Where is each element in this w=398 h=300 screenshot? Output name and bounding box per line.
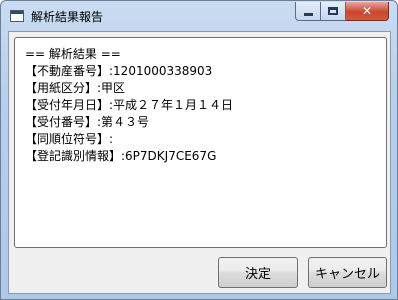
minimize-button[interactable] (295, 2, 321, 21)
maximize-button[interactable] (321, 2, 346, 21)
result-line: 【受付番号】:第４３号 (25, 115, 150, 129)
cancel-button[interactable]: キャンセル (308, 257, 387, 288)
close-icon: ✕ (361, 4, 373, 18)
result-line: 【不動産番号】:1201000338903 (25, 64, 213, 78)
window-app-icon (10, 10, 24, 22)
dialog-client-area: == 解析結果 == 【不動産番号】:1201000338903 【用紙区分】:… (8, 31, 391, 294)
close-button[interactable]: ✕ (346, 2, 389, 21)
result-line: 【用紙区分】:甲区 (25, 81, 126, 95)
result-line: == 解析結果 == (25, 47, 121, 61)
result-textbox[interactable]: == 解析結果 == 【不動産番号】:1201000338903 【用紙区分】:… (14, 37, 387, 248)
result-line: 【登記識別情報】:6P7DKJ7CE67G (25, 149, 217, 163)
title-bar[interactable]: 解析結果報告 ✕ (1, 1, 397, 31)
dialog-window: 解析結果報告 ✕ == 解析結果 == 【不動産番号】:120100033890… (0, 0, 398, 300)
result-line: 【受付年月日】:平成２７年１月１４日 (25, 98, 234, 112)
caption-buttons: ✕ (295, 2, 389, 22)
window-title: 解析結果報告 (31, 10, 104, 24)
ok-button[interactable]: 決定 (218, 257, 298, 288)
minimize-icon (303, 12, 313, 16)
result-line: 【同順位符号】: (25, 132, 114, 146)
maximize-icon (328, 7, 338, 15)
